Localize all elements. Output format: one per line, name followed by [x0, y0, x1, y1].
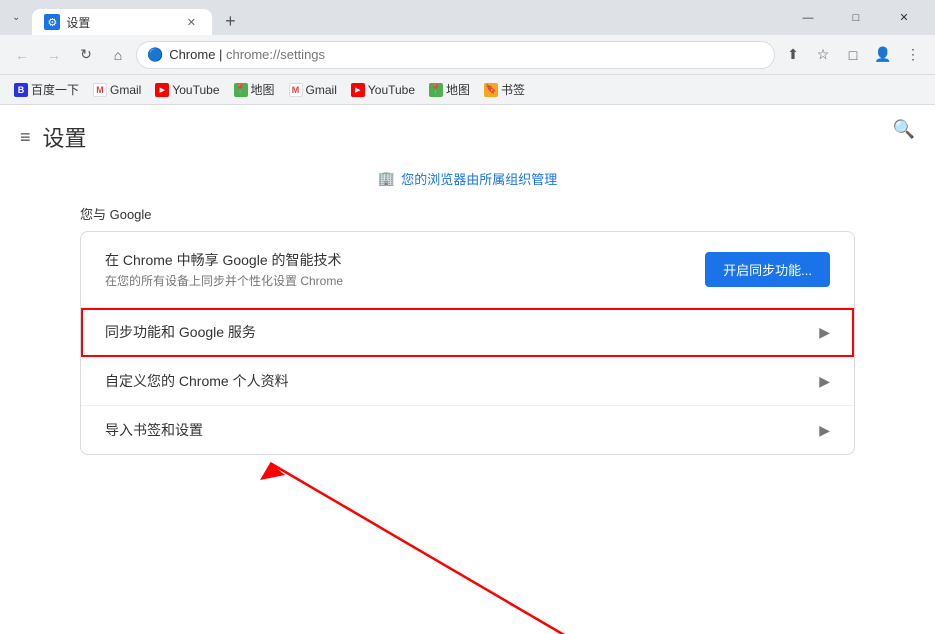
tab-close-button[interactable]: ✕	[182, 13, 200, 31]
bookmarks-label: 书签	[501, 81, 525, 98]
address-separator: |	[215, 47, 226, 62]
bookmark-maps-1[interactable]: 📍 地图	[228, 79, 281, 101]
bookmark-maps-2[interactable]: 📍 地图	[423, 79, 476, 101]
bookmark-button[interactable]: ☆	[809, 41, 837, 69]
customize-profile-item[interactable]: 自定义您的 Chrome 个人资料 ▶	[81, 357, 854, 406]
org-notice[interactable]: 🏢 您的浏览器由所属组织管理	[0, 161, 935, 196]
youtube-icon-2: ▶	[351, 83, 365, 97]
address-text: Chrome | chrome://settings	[169, 47, 764, 62]
minimize-button[interactable]: —	[785, 0, 831, 35]
close-button[interactable]: ✕	[881, 0, 927, 35]
bookmark-bookmarks[interactable]: 🔖 书签	[478, 79, 531, 101]
maps-icon-2: 📍	[429, 83, 443, 97]
window-controls: — □ ✕	[785, 0, 927, 35]
share-button[interactable]: ⬆	[779, 41, 807, 69]
refresh-button[interactable]: ↻	[72, 41, 100, 69]
maps-label-1: 地图	[251, 81, 275, 98]
tab-title: 设置	[66, 14, 176, 31]
address-domain: Chrome	[169, 47, 215, 62]
sync-services-arrow: ▶	[819, 324, 830, 341]
active-tab[interactable]: ⚙ 设置 ✕	[32, 9, 212, 35]
org-notice-text: 您的浏览器由所属组织管理	[401, 169, 557, 188]
card-top-title: 在 Chrome 中畅享 Google 的智能技术	[105, 250, 689, 270]
menu-button[interactable]: ⋮	[899, 41, 927, 69]
gmail-label-2: Gmail	[306, 83, 337, 97]
bookmark-youtube-1[interactable]: ▶ YouTube	[149, 79, 225, 101]
browser-window: ⌄ ⚙ 设置 ✕ + — □ ✕ ← → ↻ ⌂ 🔵 Chrome | chro…	[0, 0, 935, 634]
youtube-icon-1: ▶	[155, 83, 169, 97]
settings-header: ≡ 设置 🔍	[0, 105, 935, 161]
card-top: 在 Chrome 中畅享 Google 的智能技术 在您的所有设备上同步并个性化…	[81, 232, 854, 308]
org-icon: 🏢	[378, 170, 395, 187]
gear-icon: ⚙	[47, 16, 57, 29]
toolbar: ← → ↻ ⌂ 🔵 Chrome | chrome://settings ⬆ ☆…	[0, 35, 935, 75]
bookmark-baidu[interactable]: B 百度一下	[8, 79, 85, 101]
gmail-icon-1: M	[93, 83, 107, 97]
bookmarks-icon: 🔖	[484, 83, 498, 97]
sync-services-item[interactable]: 同步功能和 Google 服务 ▶	[81, 308, 854, 357]
import-bookmarks-item[interactable]: 导入书签和设置 ▶	[81, 406, 854, 454]
youtube-label-2: YouTube	[368, 83, 415, 97]
settings-card: 在 Chrome 中畅享 Google 的智能技术 在您的所有设备上同步并个性化…	[80, 231, 855, 455]
card-top-sub: 在您的所有设备上同步并个性化设置 Chrome	[105, 272, 689, 289]
customize-profile-arrow: ▶	[819, 373, 830, 390]
import-bookmarks-label: 导入书签和设置	[105, 420, 819, 440]
home-button[interactable]: ⌂	[104, 41, 132, 69]
section-label: 您与 Google	[0, 196, 935, 227]
sync-button[interactable]: 开启同步功能...	[705, 252, 830, 287]
bookmarks-bar: B 百度一下 M Gmail ▶ YouTube 📍 地图 M Gmail ▶ …	[0, 75, 935, 105]
title-bar: ⌄ ⚙ 设置 ✕ + — □ ✕	[0, 0, 935, 35]
bookmark-gmail-1[interactable]: M Gmail	[87, 79, 147, 101]
sync-services-label: 同步功能和 Google 服务	[105, 322, 819, 342]
maps-label-2: 地图	[446, 81, 470, 98]
sidebar-menu-icon[interactable]: ≡	[20, 127, 31, 148]
gmail-label-1: Gmail	[110, 83, 141, 97]
gmail-icon-2: M	[289, 83, 303, 97]
toolbar-right: ⬆ ☆ □ 👤 ⋮	[779, 41, 927, 69]
profile-button[interactable]: 👤	[869, 41, 897, 69]
chevron-down-icon[interactable]: ⌄	[8, 8, 24, 27]
baidu-label: 百度一下	[31, 81, 79, 98]
extension-button[interactable]: □	[839, 41, 867, 69]
page-content: ≡ 设置 🔍 🏢 您的浏览器由所属组织管理 您与 Google 在 Chrome…	[0, 105, 935, 634]
bookmark-youtube-2[interactable]: ▶ YouTube	[345, 79, 421, 101]
page-title: 设置	[43, 121, 87, 153]
security-icon: 🔵	[147, 47, 163, 63]
card-top-text: 在 Chrome 中畅享 Google 的智能技术 在您的所有设备上同步并个性化…	[105, 250, 689, 289]
baidu-icon: B	[14, 83, 28, 97]
tab-bar: ⚙ 设置 ✕ +	[32, 0, 781, 35]
address-bar[interactable]: 🔵 Chrome | chrome://settings	[136, 41, 775, 69]
new-tab-button[interactable]: +	[216, 7, 244, 35]
back-button[interactable]: ←	[8, 41, 36, 69]
search-icon[interactable]: 🔍	[893, 119, 915, 140]
youtube-label-1: YouTube	[172, 83, 219, 97]
forward-button[interactable]: →	[40, 41, 68, 69]
maps-icon-1: 📍	[234, 83, 248, 97]
address-path: chrome://settings	[226, 47, 325, 62]
maximize-button[interactable]: □	[833, 0, 879, 35]
import-bookmarks-arrow: ▶	[819, 422, 830, 439]
customize-profile-label: 自定义您的 Chrome 个人资料	[105, 371, 819, 391]
bookmark-gmail-2[interactable]: M Gmail	[283, 79, 343, 101]
tab-favicon: ⚙	[44, 14, 60, 30]
